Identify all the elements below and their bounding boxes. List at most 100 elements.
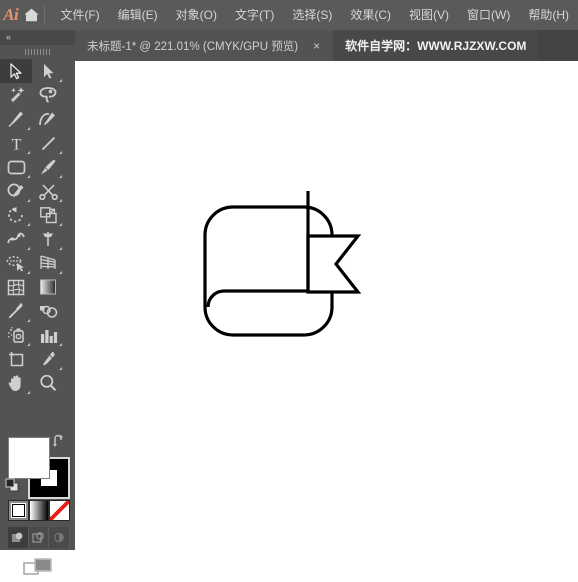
menu-effect[interactable]: 效果(C) [341,0,400,30]
document-tab-bar: 未标题-1* @ 221.01% (CMYK/GPU 预览) × 软件自学网：W… [75,30,578,61]
watermark-tab-title: 软件自学网：WWW.RJZXW.COM [333,30,539,61]
tools-panel-header: « [0,30,75,45]
close-icon[interactable]: × [308,40,325,52]
scissors-tool[interactable] [32,179,64,203]
tool-more-indicator [59,367,62,370]
tool-row [0,299,75,323]
tool-row [0,275,75,299]
direct-selection-tool[interactable] [32,59,64,83]
eyedropper-tool[interactable] [0,299,32,323]
color-swatch-button[interactable] [8,500,29,521]
tool-row [0,227,75,251]
menu-file[interactable]: 文件(F) [51,0,108,30]
tool-more-indicator [59,199,62,202]
tools-list: T [0,59,75,395]
draw-normal-button[interactable] [8,527,29,548]
tool-more-indicator [27,391,30,394]
tool-more-indicator [59,271,62,274]
lasso-tool[interactable] [32,83,64,107]
svg-text:T: T [11,136,21,152]
tool-more-indicator [59,343,62,346]
shaper-tool[interactable] [0,179,32,203]
none-swatch-button[interactable] [49,500,71,521]
document-tab[interactable]: 未标题-1* @ 221.01% (CMYK/GPU 预览) × [75,30,334,61]
menu-object[interactable]: 对象(O) [167,0,226,30]
artboard-tool[interactable] [0,347,32,371]
tool-row: T [0,131,75,155]
tool-row [0,179,75,203]
blend-tool[interactable] [32,299,64,323]
tools-panel-drag-handle[interactable] [0,45,75,59]
default-fill-stroke-icon[interactable] [5,478,21,492]
rotate-tool[interactable] [0,203,32,227]
app-logo: Ai [3,5,19,24]
tool-row [0,323,75,347]
fill-color-swatch[interactable] [8,437,50,479]
tool-row [0,107,75,131]
shape-builder-tool[interactable] [0,251,32,275]
tool-row [0,251,75,275]
tool-row [0,83,75,107]
tool-more-indicator [59,175,62,178]
collapse-panel-icon[interactable]: « [6,32,11,42]
illustrator-window: Ai 文件(F) 编辑(E) 对象(O) 文字(T) 选择(S) 效果(C) 视… [0,0,578,575]
menu-view[interactable]: 视图(V) [400,0,458,30]
pen-tool[interactable] [0,107,32,131]
document-canvas[interactable] [75,61,578,550]
column-graph-tool[interactable] [32,323,64,347]
color-mode-buttons [8,500,71,524]
type-tool[interactable]: T [0,131,32,155]
zoom-tool[interactable] [32,371,64,395]
hand-tool[interactable] [0,371,32,395]
draw-behind-button[interactable] [28,527,50,548]
tool-more-indicator [59,223,62,226]
tool-more-indicator [27,343,30,346]
gradient-tool[interactable] [32,275,64,299]
scale-tool[interactable] [32,203,64,227]
document-tab-title: 未标题-1* @ 221.01% (CMYK/GPU 预览) [87,40,299,53]
tool-more-indicator [27,199,30,202]
slice-tool[interactable] [32,347,64,371]
menu-bar: Ai 文件(F) 编辑(E) 对象(O) 文字(T) 选择(S) 效果(C) 视… [0,0,578,30]
change-screen-mode-button[interactable] [0,552,75,582]
line-segment-tool[interactable] [32,131,64,155]
paintbrush-tool[interactable] [32,155,64,179]
selection-tool[interactable] [0,59,32,83]
curvature-tool[interactable] [32,107,64,131]
draw-inside-button[interactable] [49,527,71,548]
menu-divider [43,5,45,25]
tool-more-indicator [59,151,62,154]
free-transform-tool[interactable] [32,227,64,251]
menu-edit[interactable]: 编辑(E) [109,0,167,30]
menu-window[interactable]: 窗口(W) [458,0,519,30]
tool-more-indicator [59,247,62,250]
menu-item-list: 文件(F) 编辑(E) 对象(O) 文字(T) 选择(S) 效果(C) 视图(V… [51,0,578,30]
menu-select[interactable]: 选择(S) [283,0,341,30]
width-tool[interactable] [0,227,32,251]
draw-mode-buttons [8,527,71,548]
menu-help[interactable]: 帮助(H) [519,0,578,30]
tools-panel: « T [0,30,75,575]
book-bookmark-outline[interactable] [75,61,578,550]
tool-more-indicator [27,151,30,154]
tool-more-indicator [27,223,30,226]
menu-type[interactable]: 文字(T) [226,0,283,30]
tool-row [0,155,75,179]
home-icon[interactable] [21,0,41,30]
rectangle-tool[interactable] [0,155,32,179]
magic-wand-tool[interactable] [0,83,32,107]
tool-row [0,371,75,395]
perspective-grid-tool[interactable] [32,251,64,275]
tool-row [0,347,75,371]
color-controls [0,432,75,575]
tool-row [0,59,75,83]
tool-more-indicator [27,127,30,130]
tool-more-indicator [27,319,30,322]
swap-fill-stroke-icon[interactable] [52,434,68,448]
gradient-swatch-button[interactable] [28,500,50,521]
tool-more-indicator [59,79,62,82]
symbol-sprayer-tool[interactable] [0,323,32,347]
mesh-tool[interactable] [0,275,32,299]
tool-more-indicator [27,247,30,250]
tool-row [0,203,75,227]
